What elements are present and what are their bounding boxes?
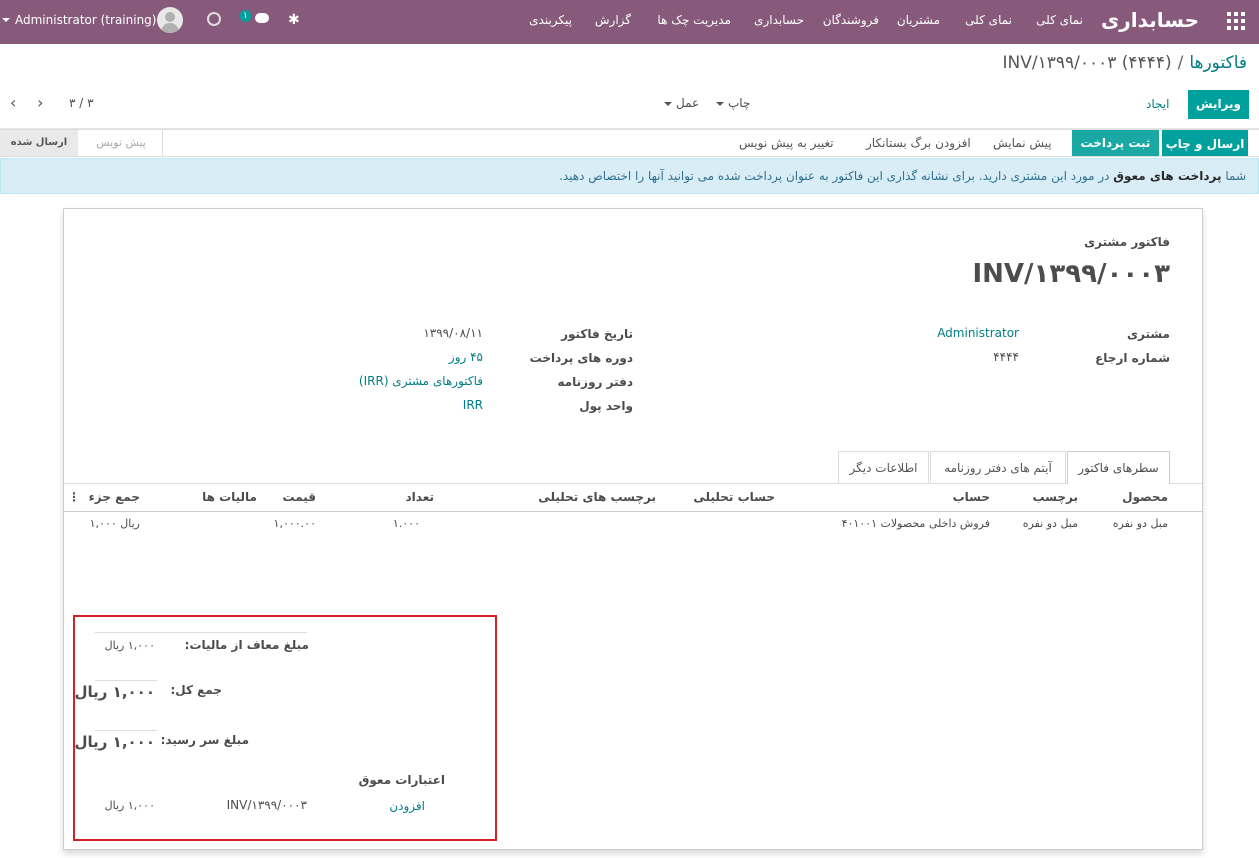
tab-invoice-lines[interactable]: سطرهای فاکتور [1067,451,1170,484]
activity-clock-icon[interactable] [207,12,221,26]
register-payment-button[interactable]: ثبت پرداخت [1072,130,1159,156]
menu-configuration[interactable]: پیکربندی [529,0,572,44]
cell-label: مبل دو نفره [1022,517,1078,530]
state-posted[interactable]: ارسال شده [0,130,78,156]
outstanding-payments-alert: شما پرداخت های معوق در مورد این مشتری دا… [0,158,1259,194]
col-analytic-tags[interactable]: برچسب های تحلیلی [538,490,656,504]
preview-button[interactable]: پیش نمایش [993,130,1052,156]
field-label-payment-terms: دوره های پرداخت [529,351,633,365]
col-subtotal[interactable]: جمع جزء [89,490,140,504]
send-print-button[interactable]: ارسال و چاپ [1162,130,1248,156]
col-product[interactable]: محصول [1122,490,1168,504]
menu-reporting[interactable]: گزارش [595,0,631,44]
menu-overview-2[interactable]: نمای کلی [965,0,1012,44]
breadcrumb-current: INV/۱۳۹۹/۰۰۰۳ (۴۴۴۴) [1002,53,1172,73]
field-payment-terms[interactable]: ۴۵ روز [449,350,483,364]
field-invoice-date: ۱۳۹۹/۰۸/۱۱ [423,326,483,340]
breadcrumb-separator: / [1177,53,1184,73]
field-label-customer: مشتری [1126,327,1170,341]
outstanding-add-link[interactable]: افزودن [389,799,425,813]
field-customer[interactable]: Administrator [937,326,1019,340]
outstanding-ref: INV/۱۳۹۹/۰۰۰۳ [226,798,307,812]
statusbar-divider [162,130,163,156]
reset-to-draft-button[interactable]: تغییر به پیش نویس [739,130,834,156]
col-quantity[interactable]: تعداد [406,490,434,504]
untaxed-label: مبلغ معاف از مالیات: [184,638,309,652]
apps-menu-icon[interactable] [1227,12,1245,30]
cell-quantity: ۱.۰۰۰ [392,517,420,530]
totals-line-1 [95,632,307,633]
outstanding-title: اعتبارات معوق [358,773,445,787]
pager-value: ۳ / ۳ [69,96,94,110]
field-journal[interactable]: فاکتورهای مشتری (IRR) [359,374,483,388]
col-analytic-account[interactable]: حساب تحلیلی [693,490,775,504]
cell-product: مبل دو نفره [1112,517,1168,530]
due-label: مبلغ سر رسید: [160,733,249,747]
field-label-currency: واحد پول [579,399,633,413]
alert-prefix: شما [1225,169,1246,183]
menu-customers[interactable]: مشتریان [897,0,940,44]
cell-subtotal: ۱,۰۰۰ ریال [89,517,140,530]
bug-icon[interactable]: ✱ [288,12,300,28]
state-draft[interactable]: پیش نویس [81,130,161,156]
untaxed-value: ۱,۰۰۰ ریال [104,639,155,652]
top-navbar: حسابداری نمای کلی نمای کلی مشتریان فروشن… [0,0,1259,44]
cell-account: ۴۰۱۰۰۱ فروش داخلی محصولات [841,517,990,530]
col-label[interactable]: برچسب [1032,490,1078,504]
tab-other-info[interactable]: اطلاعات دیگر [838,451,929,483]
totals-highlight-box: مبلغ معاف از مالیات: ۱,۰۰۰ ریال جمع کل: … [73,615,497,841]
app-brand[interactable]: حسابداری [1101,0,1199,44]
action-label: عمل [676,96,700,110]
field-label-invoice-date: تاریخ فاکتور [561,327,633,341]
breadcrumb-parent[interactable]: فاکتورها [1189,53,1247,73]
invoice-number: INV/۱۳۹۹/۰۰۰۳ [972,259,1170,289]
total-label: جمع کل: [170,683,222,697]
due-value: ۱,۰۰۰ ریال [74,733,155,751]
print-label: چاپ [728,96,751,110]
status-bar: ارسال و چاپ ثبت پرداخت پیش نمایش افزودن … [0,129,1259,157]
print-caret-icon [716,101,724,106]
action-caret-icon [664,101,672,106]
col-account[interactable]: حساب [953,490,990,504]
chat-icon[interactable] [251,11,271,27]
menu-vendors[interactable]: فروشندگان [823,0,879,44]
col-price[interactable]: قیمت [282,490,316,504]
pager-next-icon[interactable]: › [37,93,43,112]
col-taxes[interactable]: مالیات ها [202,490,257,504]
field-reference: ۴۴۴۴ [993,350,1019,364]
print-dropdown[interactable]: چاپ [712,96,750,110]
alert-bold: پرداخت های معوق [1113,169,1222,183]
create-button[interactable]: ایجاد [1146,97,1169,111]
edit-button[interactable]: ویرایش [1188,90,1249,119]
avatar[interactable] [157,7,183,33]
table-header-line [64,511,1202,512]
menu-overview-1[interactable]: نمای کلی [1036,0,1083,44]
outstanding-amount: ۱,۰۰۰ ریال [104,799,155,812]
cell-price: ۱,۰۰۰.۰۰ [273,517,316,530]
totals-line-2 [95,680,157,681]
field-currency[interactable]: IRR [463,398,483,412]
totals-line-3 [95,730,157,731]
user-menu[interactable]: Administrator (training) [15,0,156,44]
action-dropdown[interactable]: عمل [660,96,699,110]
optional-columns-icon[interactable]: ⋮ [68,490,80,504]
invoice-type-label: فاکتور مشتری [1084,235,1170,249]
field-label-reference: شماره ارجاع [1095,351,1170,365]
menu-accounting[interactable]: حسابداری [754,0,804,44]
alert-text: در مورد این مشتری دارید. برای نشانه گذار… [559,169,1110,183]
add-credit-note-button[interactable]: افزودن برگ بستانکار [866,130,971,156]
chat-badge: ۱ [240,10,251,22]
pager-prev-icon[interactable]: ‹ [10,93,16,112]
menu-check-management[interactable]: مدیریت چک ها [657,0,731,44]
breadcrumb: فاکتورها/INV/۱۳۹۹/۰۰۰۳ (۴۴۴۴) [1003,53,1247,73]
tab-journal-items[interactable]: آیتم های دفتر روزنامه [930,451,1066,483]
user-caret-icon[interactable] [2,18,10,22]
total-value: ۱,۰۰۰ ریال [74,683,155,701]
field-label-journal: دفتر روزنامه [557,375,633,389]
